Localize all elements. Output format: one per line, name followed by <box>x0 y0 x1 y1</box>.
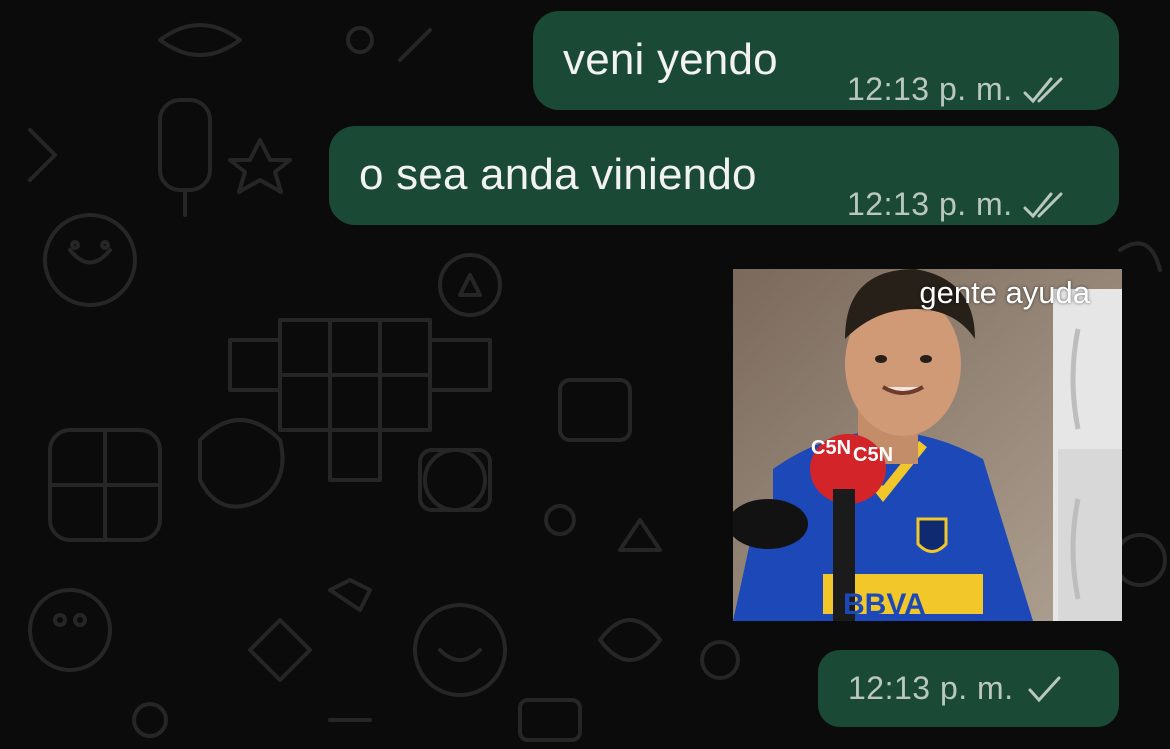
message-time: 12:13 p. m. <box>847 71 1013 107</box>
sticker-image[interactable]: C5N C5N BBVA gente ayuda <box>733 269 1122 621</box>
sticker-illustration: C5N C5N BBVA <box>733 269 1122 621</box>
message-time: 12:13 p. m. <box>847 186 1013 222</box>
double-check-icon <box>1023 76 1067 104</box>
sticker-meta-bubble: 12:13 p. m. <box>818 650 1119 727</box>
shirt-sponsor: BBVA <box>843 588 926 621</box>
mic-logo: C5N <box>811 437 851 459</box>
mic-logo: C5N <box>853 444 893 466</box>
sticker-time: 12:13 p. m. <box>848 670 1014 706</box>
message-text: veni yendo <box>563 35 778 84</box>
message-text: o sea anda viniendo <box>359 150 757 199</box>
check-icon <box>1024 675 1068 703</box>
message-meta: 12:13 p. m. <box>847 186 1067 223</box>
message-meta: 12:13 p. m. <box>847 71 1067 108</box>
sticker-meta: 12:13 p. m. <box>848 670 1068 707</box>
double-check-icon <box>1023 191 1067 219</box>
message-bubble[interactable]: veni yendo 12:13 p. m. <box>533 11 1119 110</box>
sticker-caption: gente ayuda <box>919 275 1090 310</box>
message-bubble[interactable]: o sea anda viniendo 12:13 p. m. <box>329 126 1119 225</box>
